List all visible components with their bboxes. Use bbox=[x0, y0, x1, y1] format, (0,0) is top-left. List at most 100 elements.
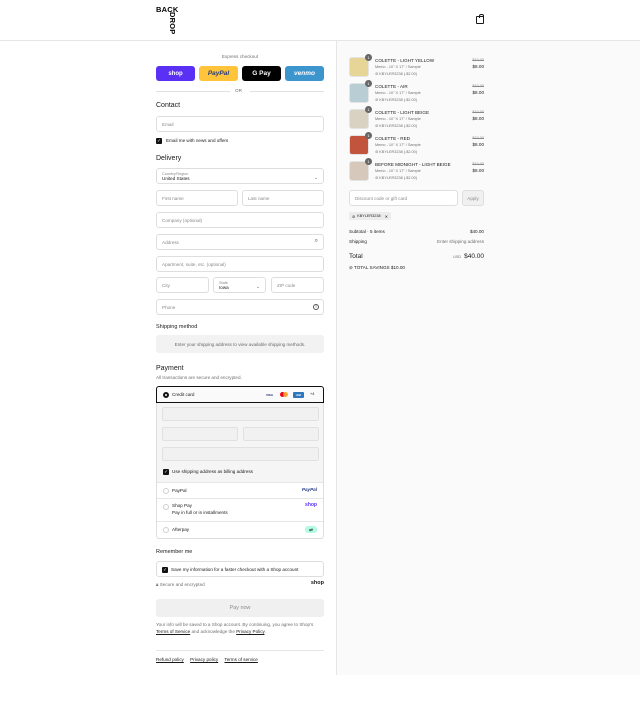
remember-me-heading: Remember me bbox=[156, 549, 193, 555]
state-value: Iowa bbox=[219, 284, 229, 290]
news-checkbox-label: Email me with news and offers bbox=[166, 138, 229, 143]
payment-methods: Credit card VISA AM +4 ✓ Use shipping ad… bbox=[156, 386, 324, 539]
email-field[interactable]: Email bbox=[156, 116, 324, 132]
credit-card-label: Credit card bbox=[172, 392, 195, 397]
google-pay-express-button[interactable]: G Pay bbox=[242, 66, 281, 81]
product-variant: Memo - 10" X 17" / Sample bbox=[375, 169, 421, 173]
credit-card-form: ✓ Use shipping address as billing addres… bbox=[157, 403, 323, 483]
quantity-badge: 1 bbox=[365, 132, 372, 139]
shop-pay-express-button[interactable]: shop bbox=[156, 66, 195, 81]
venmo-express-button[interactable]: venmo bbox=[285, 66, 324, 81]
applied-discount-tag: ⊘ KBYLER3238 ✕ bbox=[349, 212, 391, 220]
product-name: COLETTE - RED bbox=[375, 136, 410, 141]
total-value: $40.00 bbox=[464, 253, 484, 260]
paypal-express-button[interactable]: PayPal bbox=[199, 66, 238, 81]
shop-logo-icon: shop bbox=[310, 580, 324, 586]
quantity-badge: 1 bbox=[365, 158, 372, 165]
city-field[interactable]: City bbox=[156, 277, 209, 293]
address-placeholder: Address bbox=[162, 239, 179, 245]
address-field[interactable]: Address ⌕ bbox=[156, 234, 324, 250]
product-name: COLETTE - AIR bbox=[375, 84, 408, 89]
payment-option-shop-pay[interactable]: Shop Pay Pay in full or in installments … bbox=[157, 499, 323, 522]
paypal-radio[interactable] bbox=[163, 488, 169, 494]
quantity-badge: 1 bbox=[365, 54, 372, 61]
apartment-field[interactable]: Apartment, suite, etc. (optional) bbox=[156, 256, 324, 272]
product-discount-code: KBYLER3238 (-$2.00) bbox=[379, 124, 418, 128]
original-price: $10.00 bbox=[472, 84, 484, 88]
credit-card-radio[interactable] bbox=[163, 392, 169, 398]
product-discount: ⊘ KBYLER3238 (-$2.00) bbox=[375, 123, 417, 128]
original-price: $10.00 bbox=[472, 136, 484, 140]
header: BACK DROP bbox=[0, 0, 640, 41]
or-text: OR bbox=[235, 88, 242, 93]
shipping-row: Shipping Enter shipping address bbox=[349, 239, 484, 244]
store-logo[interactable]: BACK DROP bbox=[156, 6, 178, 34]
expiration-date-field[interactable] bbox=[162, 427, 238, 441]
total-savings-value: $10.00 bbox=[390, 265, 405, 270]
product-name: COLETTE - LIGHT BEIGE bbox=[375, 110, 430, 115]
zip-field[interactable]: ZIP code bbox=[271, 277, 324, 293]
city-placeholder: City bbox=[162, 282, 170, 288]
paypal-logo-icon: PayPal bbox=[301, 487, 317, 492]
card-number-field[interactable] bbox=[162, 407, 319, 421]
contact-heading: Contact bbox=[156, 102, 181, 109]
afterpay-radio[interactable] bbox=[163, 527, 169, 533]
payment-option-credit-card[interactable]: Credit card VISA AM +4 bbox=[156, 386, 324, 403]
phone-placeholder: Phone bbox=[162, 304, 176, 310]
product-price: $8.00 bbox=[472, 168, 485, 173]
total-label: Total bbox=[349, 253, 363, 260]
more-cards-count: +4 bbox=[310, 392, 315, 396]
subtotal-row: Subtotal · 5 items $40.00 bbox=[349, 229, 484, 234]
refund-policy-link[interactable]: Refund policy bbox=[156, 657, 184, 662]
product-name: BEFORE MIDNIGHT - LIGHT BEIGE bbox=[375, 162, 451, 167]
apply-discount-button[interactable]: Apply bbox=[462, 190, 484, 206]
state-select[interactable]: State Iowa ⌄ bbox=[213, 277, 266, 293]
privacy-policy-footer-link[interactable]: Privacy policy bbox=[190, 657, 218, 662]
pay-now-button[interactable]: Pay now bbox=[156, 599, 324, 617]
zip-placeholder: ZIP code bbox=[277, 282, 296, 288]
name-on-card-field[interactable] bbox=[162, 447, 319, 461]
first-name-field[interactable]: First name bbox=[156, 190, 238, 206]
product-discount-code: KBYLER3238 (-$2.00) bbox=[379, 150, 418, 154]
subtotal-value: $40.00 bbox=[469, 229, 484, 234]
legal-text: Your info will be saved to a Shop accoun… bbox=[156, 621, 324, 635]
discount-code-field[interactable]: Discount code or gift card bbox=[349, 190, 458, 206]
close-icon[interactable]: ✕ bbox=[385, 214, 388, 219]
company-placeholder: Company (optional) bbox=[162, 217, 203, 223]
payment-option-paypal[interactable]: PayPal PayPal bbox=[157, 483, 323, 499]
product-discount: ⊘ KBYLER3238 (-$2.00) bbox=[375, 71, 417, 76]
line-item: 1 COLETTE - AIR Memo - 10" X 17" / Sampl… bbox=[349, 80, 484, 105]
terms-of-service-footer-link[interactable]: Terms of service bbox=[224, 657, 257, 662]
product-price: $8.00 bbox=[472, 116, 485, 121]
afterpay-logo-icon: ⇄ bbox=[305, 526, 317, 533]
remember-me-checkbox[interactable]: ✓ bbox=[162, 567, 168, 573]
logo-text-line2: DROP bbox=[168, 12, 177, 35]
search-icon: ⌕ bbox=[314, 238, 318, 244]
help-icon[interactable]: ? bbox=[313, 304, 319, 310]
security-code-field[interactable] bbox=[243, 427, 319, 441]
phone-field[interactable]: Phone ? bbox=[156, 299, 324, 315]
tag-icon: ⊘ bbox=[352, 214, 356, 219]
line-item: 1 COLETTE - LIGHT YELLOW Memo - 10" X 17… bbox=[349, 54, 484, 79]
shipping-method-heading: Shipping method bbox=[156, 324, 198, 330]
afterpay-label: Afterpay bbox=[172, 527, 190, 532]
apply-label: Apply bbox=[467, 195, 479, 201]
shop-pay-label: Shop Pay bbox=[172, 503, 192, 508]
privacy-policy-link[interactable]: Privacy Policy bbox=[236, 629, 264, 634]
last-name-field[interactable]: Last name bbox=[242, 190, 324, 206]
terms-of-service-link[interactable]: Terms of Service bbox=[156, 629, 190, 634]
remember-me-box: ✓ Save my information for a faster check… bbox=[156, 561, 324, 577]
country-select[interactable]: Country/Region United States ⌄ bbox=[156, 168, 324, 184]
express-checkout-label: Express checkout bbox=[221, 54, 259, 59]
product-discount: ⊘ KBYLER3238 (-$2.00) bbox=[375, 149, 417, 154]
news-checkbox[interactable]: ✓ bbox=[156, 138, 162, 144]
product-variant: Memo - 10" X 17" / Sample bbox=[375, 143, 421, 147]
payment-heading: Payment bbox=[156, 365, 184, 372]
product-price: $8.00 bbox=[472, 142, 485, 147]
payment-option-afterpay[interactable]: Afterpay ⇄ bbox=[157, 522, 323, 538]
shop-pay-radio[interactable] bbox=[163, 504, 169, 510]
billing-address-checkbox[interactable]: ✓ bbox=[163, 469, 169, 475]
company-field[interactable]: Company (optional) bbox=[156, 212, 324, 228]
visa-icon: VISA bbox=[265, 393, 273, 397]
shopping-bag-icon[interactable] bbox=[476, 14, 484, 24]
